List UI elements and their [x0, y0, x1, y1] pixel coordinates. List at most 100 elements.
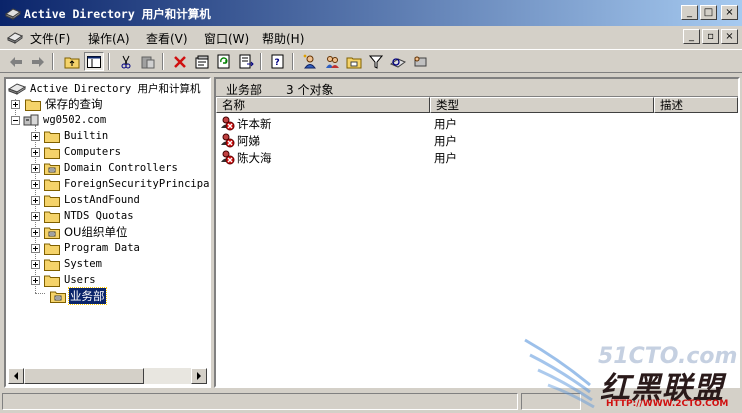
toolbar-separator [108, 53, 110, 70]
expand-toggle[interactable] [31, 131, 40, 141]
expand-toggle[interactable] [31, 195, 40, 205]
tree-connector [35, 293, 45, 294]
console-window-icon[interactable] [6, 29, 24, 48]
find-button[interactable] [388, 52, 408, 71]
help-button[interactable]: ? [268, 52, 288, 71]
new-user-button[interactable] [300, 52, 320, 71]
paste-button[interactable] [138, 52, 158, 71]
show-hide-tree-button[interactable] [84, 52, 104, 71]
mdi-close-button[interactable]: × [721, 29, 738, 44]
window-caption-buttons: _ □ × [681, 5, 738, 20]
wing-logo-icon [524, 338, 595, 409]
find-icon [390, 57, 406, 68]
expand-toggle[interactable] [31, 147, 40, 157]
menu-help[interactable]: 帮助(H) [262, 30, 304, 47]
tree-item[interactable]: NTDS Quotas [31, 208, 135, 224]
maximize-button[interactable]: □ [700, 5, 717, 20]
table-row[interactable]: 陈大海 用户 [216, 148, 736, 165]
column-header-name[interactable]: 名称 [216, 97, 430, 113]
folder-icon [44, 211, 60, 223]
user-name: 许本新 [237, 117, 272, 131]
expand-toggle[interactable] [31, 179, 40, 189]
forward-button[interactable] [28, 52, 48, 71]
tree-item[interactable]: System [31, 256, 103, 272]
filter-button[interactable] [366, 52, 386, 71]
folder-icon [44, 243, 60, 255]
expand-toggle[interactable] [31, 275, 40, 285]
new-group-icon [326, 56, 339, 68]
toolbar-separator [260, 53, 262, 70]
properties-icon [195, 55, 208, 68]
mdi-caption-buttons: _ ▫ × [683, 29, 738, 44]
up-one-level-button[interactable] [62, 52, 82, 71]
expand-toggle[interactable] [31, 243, 40, 253]
scroll-right-button[interactable] [191, 368, 207, 384]
tree-horizontal-scrollbar[interactable] [8, 368, 207, 384]
tree-label: wg0502.com [43, 114, 107, 126]
tree-label: LostAndFound [64, 194, 140, 206]
disabled-user-icon [219, 149, 235, 168]
new-ou-button[interactable] [344, 52, 364, 71]
details-header: 业务部 3 个对象 [216, 79, 738, 97]
table-row[interactable]: 许本新 用户 [216, 114, 736, 131]
tree-item[interactable]: 业务部 [46, 287, 107, 305]
scroll-thumb[interactable] [24, 368, 144, 384]
folder-icon [44, 275, 60, 287]
column-header-type[interactable]: 类型 [430, 97, 654, 113]
folder-icon [25, 99, 41, 111]
expand-toggle[interactable] [31, 211, 40, 221]
mdi-minimize-button[interactable]: _ [683, 29, 700, 44]
tree-label: NTDS Quotas [64, 210, 134, 222]
toolbar-separator [52, 53, 54, 70]
tree-item[interactable]: Builtin [31, 128, 109, 144]
add-to-group-button[interactable] [410, 52, 430, 71]
export-list-button[interactable] [236, 52, 256, 71]
menu-view[interactable]: 查看(V) [146, 30, 188, 47]
tree-item[interactable]: Domain Controllers [31, 160, 179, 176]
console-tree[interactable]: Active Directory 用户和计算机 保存的查询 wg0502.com… [4, 77, 211, 388]
expand-toggle[interactable] [31, 259, 40, 269]
title-bar[interactable]: Active Directory 用户和计算机 _ □ × [0, 0, 742, 26]
menu-file[interactable]: 文件(F) [30, 30, 70, 47]
tree-item-saved-queries[interactable]: 保存的查询 [11, 96, 104, 112]
domain-icon [23, 114, 39, 126]
tree-item-domain[interactable]: wg0502.com [11, 112, 107, 128]
tree-label: Program Data [64, 242, 140, 254]
tree-item-root[interactable]: Active Directory 用户和计算机 [8, 80, 201, 96]
minimize-button[interactable]: _ [681, 5, 698, 20]
ad-app-icon [4, 5, 22, 24]
tree-label: Computers [64, 146, 121, 158]
tree-item[interactable]: Program Data [31, 240, 141, 256]
filter-icon [369, 55, 383, 69]
cut-icon [121, 55, 131, 68]
back-icon [10, 56, 22, 67]
table-row[interactable]: 阿娣 用户 [216, 131, 736, 148]
collapse-toggle[interactable] [11, 115, 20, 125]
object-count: 3 个对象 [286, 83, 334, 97]
new-group-button[interactable] [322, 52, 342, 71]
column-header-description[interactable]: 描述 [654, 97, 738, 113]
active-directory-icon [8, 83, 26, 95]
refresh-button[interactable] [214, 52, 234, 71]
tree-item[interactable]: OU组织单位 [31, 224, 128, 240]
tree-item[interactable]: LostAndFound [31, 192, 141, 208]
paste-icon [141, 56, 155, 68]
mdi-restore-button[interactable]: ▫ [702, 29, 719, 44]
cut-button[interactable] [116, 52, 136, 71]
scroll-left-button[interactable] [8, 368, 24, 384]
delete-button[interactable] [170, 52, 190, 71]
expand-toggle[interactable] [11, 99, 20, 109]
properties-button[interactable] [192, 52, 212, 71]
status-panel-main [2, 393, 518, 410]
expand-toggle[interactable] [31, 227, 40, 237]
tree-item[interactable]: Users [31, 272, 97, 288]
menu-window[interactable]: 窗口(W) [204, 30, 249, 47]
expand-toggle[interactable] [31, 163, 40, 173]
tree-item[interactable]: ForeignSecurityPrincipal [31, 176, 209, 192]
close-button[interactable]: × [721, 5, 738, 20]
menu-action[interactable]: 操作(A) [88, 30, 130, 47]
arrow-right-icon [197, 372, 201, 380]
back-button[interactable] [6, 52, 26, 71]
tree-item[interactable]: Computers [31, 144, 122, 160]
forward-icon [32, 56, 44, 67]
